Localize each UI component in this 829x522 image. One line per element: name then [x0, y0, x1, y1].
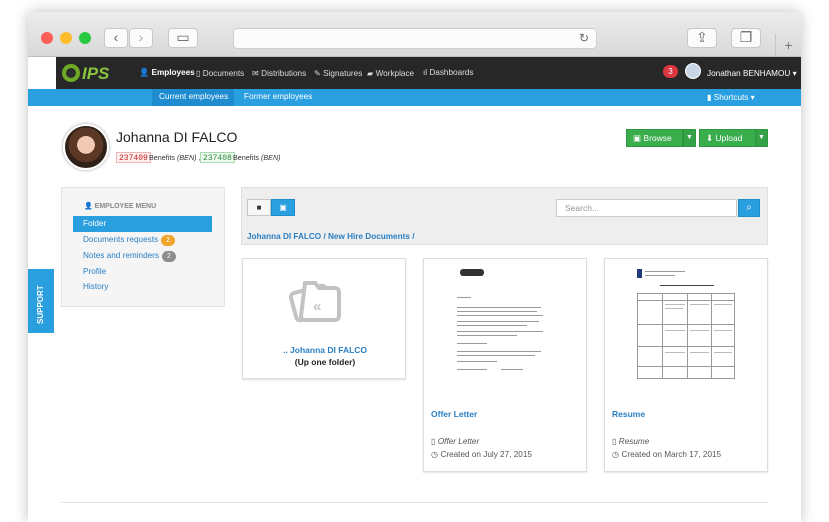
search-input[interactable]: Search... — [556, 199, 737, 217]
employee-menu: 👤 EMPLOYEE MENU Folder Documents request… — [61, 187, 225, 307]
user-menu[interactable]: Jonathan BENHAMOU ▾ — [707, 68, 797, 78]
shortcuts-menu[interactable]: ▮ Shortcuts ▾ — [707, 92, 755, 102]
folder-toolbar: ■ ▣ Search... ⌕ Johanna DI FALCO / New H… — [241, 187, 768, 245]
document-title[interactable]: Offer Letter — [431, 409, 477, 419]
nav-documents[interactable]: ▯ Documents — [196, 68, 244, 78]
nav-workplace[interactable]: ▰ Workplace — [367, 68, 414, 78]
document-card[interactable]: Offer Letter ▯ Offer Letter ◷ Created on… — [423, 258, 587, 472]
notes-count-badge: 2 — [162, 251, 176, 262]
nav-distributions[interactable]: ✉ Distributions — [252, 68, 306, 78]
offer-letter-thumbnail[interactable] — [447, 263, 563, 381]
pen-icon: ✎ — [314, 69, 321, 78]
search-icon[interactable]: ⌕ — [738, 199, 760, 217]
menu-item-profile[interactable]: Profile — [73, 264, 212, 280]
tab-former-employees[interactable]: Former employees — [244, 92, 312, 101]
nav-dashboards[interactable]: ıl Dashboards — [423, 68, 474, 77]
letterhead-logo — [637, 269, 642, 278]
caret-down-icon: ▾ — [792, 69, 797, 78]
ips-logo[interactable]: IPS — [61, 62, 127, 84]
back-icon[interactable]: ‹ — [104, 28, 128, 48]
employee-id-badge[interactable]: 237409 — [116, 152, 151, 163]
menu-item-folder[interactable]: Folder — [73, 216, 212, 232]
employee-name: Johanna DI FALCO — [116, 129, 238, 145]
folder-icon: ▰ — [367, 69, 374, 78]
folder-back-icon: « — [288, 281, 341, 323]
menu-header: 👤 EMPLOYEE MENU — [84, 203, 157, 210]
requests-count-badge: 2 — [161, 235, 176, 246]
address-bar[interactable]: ↻ — [233, 28, 597, 49]
folder-view-icon[interactable]: ■ — [247, 199, 271, 216]
maximize-window-icon[interactable] — [79, 32, 91, 44]
up-folder-subtitle: (Up one folder) — [294, 357, 356, 367]
user-icon: 👤 — [84, 203, 93, 210]
camera-icon: ▣ — [633, 133, 642, 143]
support-tab[interactable]: SUPPORT — [28, 269, 54, 333]
user-avatar[interactable] — [685, 63, 701, 79]
menu-item-documents-requests[interactable]: Documents requests 2 — [73, 232, 212, 248]
resume-thumbnail[interactable] — [628, 263, 744, 381]
bar-chart-icon: ıl — [423, 68, 428, 77]
document-type: ▯ Resume — [612, 437, 650, 446]
logo-text: IPS — [82, 64, 110, 83]
user-icon: 👤 — [139, 68, 150, 77]
menu-item-history[interactable]: History — [73, 279, 212, 295]
tab-current-employees[interactable]: Current employees — [159, 92, 228, 101]
up-folder-title[interactable]: .. Johanna DI FALCO — [243, 345, 407, 355]
svg-text:«: « — [313, 298, 321, 315]
upload-dropdown-caret[interactable]: ▼ — [755, 129, 768, 147]
share-icon[interactable]: ⇪ — [687, 28, 717, 48]
benefits-label: Benefits (BEN) — [233, 153, 281, 162]
document-created: ◷ Created on July 27, 2015 — [431, 450, 532, 459]
menu-item-notes[interactable]: Notes and reminders 2 — [73, 248, 212, 264]
caret-down-icon: ▾ — [750, 93, 755, 102]
employee-id-badge[interactable]: 237408 — [200, 152, 235, 163]
clock-icon: ◷ — [431, 450, 439, 459]
notification-badge[interactable]: 3 — [663, 65, 678, 78]
nav-employees[interactable]: 👤 Employees — [139, 68, 195, 78]
minimize-window-icon[interactable] — [60, 32, 72, 44]
tabs-overview-icon[interactable]: ❐ — [731, 28, 761, 48]
benefits-label: Benefits (BEN) , — [149, 153, 201, 162]
browser-window: ‹ › ▭ ↻ ⇪ ❐ + IPS 👤 Employees ▯ Document… — [28, 12, 801, 522]
letterhead-logo — [460, 269, 484, 276]
employee-photo — [63, 124, 109, 170]
main-navbar: IPS 👤 Employees ▯ Documents ✉ Distributi… — [56, 57, 801, 89]
up-folder-card[interactable]: « .. Johanna DI FALCO (Up one folder) — [242, 258, 406, 379]
new-tab-icon[interactable]: + — [775, 34, 801, 57]
breadcrumb-folder[interactable]: New Hire Documents — [328, 232, 410, 241]
document-created: ◷ Created on March 17, 2015 — [612, 450, 722, 459]
resume-table — [637, 293, 735, 379]
browser-chrome: ‹ › ▭ ↻ ⇪ ❐ + — [28, 12, 801, 57]
upload-arrow-icon: ⬇ — [706, 133, 714, 143]
mail-icon: ✉ — [252, 69, 259, 78]
sub-navbar: Current employees Former employees ▮ Sho… — [28, 89, 801, 106]
upload-button[interactable]: ⬇ Upload — [699, 129, 756, 147]
document-card[interactable]: Resume ▯ Resume ◷ Created on March 17, 2… — [604, 258, 768, 472]
reload-icon[interactable]: ↻ — [579, 31, 589, 45]
nav-signatures[interactable]: ✎ Signatures — [314, 68, 362, 78]
document-type: ▯ Offer Letter — [431, 437, 480, 446]
browse-button[interactable]: ▣ Browse — [626, 129, 683, 147]
document-title[interactable]: Resume — [612, 409, 645, 419]
bookmark-icon: ▮ — [707, 93, 712, 102]
sidebar-toggle-icon[interactable]: ▭ — [168, 28, 198, 48]
clock-icon: ◷ — [612, 450, 620, 459]
file-icon: ▯ — [431, 437, 436, 446]
camera-view-icon[interactable]: ▣ — [271, 199, 295, 216]
file-icon: ▯ — [612, 437, 617, 446]
browse-dropdown-caret[interactable]: ▼ — [683, 129, 696, 147]
close-window-icon[interactable] — [41, 32, 53, 44]
forward-icon[interactable]: › — [129, 28, 153, 48]
footer-divider — [61, 502, 768, 503]
breadcrumb: Johanna DI FALCO / New Hire Documents / — [247, 232, 415, 241]
document-icon: ▯ — [196, 69, 201, 78]
breadcrumb-root[interactable]: Johanna DI FALCO — [247, 232, 321, 241]
